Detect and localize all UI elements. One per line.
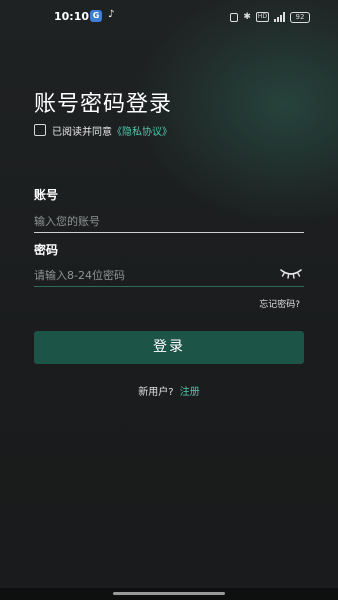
app-notification-icon: G <box>90 10 102 22</box>
password-label: 密码 <box>34 243 59 257</box>
register-prompt: 新用户? <box>138 387 174 398</box>
signal-icon <box>274 12 285 22</box>
page-title: 账号密码登录 <box>34 92 173 117</box>
agreement-text: 已阅读并同意 <box>52 126 112 138</box>
agreement-checkbox[interactable] <box>34 124 46 136</box>
agreement-row: 已阅读并同意 《隐私协议》 <box>34 123 172 138</box>
status-time: 10:10 <box>54 10 90 23</box>
nfc-icon <box>230 12 239 22</box>
home-indicator[interactable] <box>113 592 225 595</box>
account-underline <box>34 232 304 233</box>
register-link[interactable]: 注册 <box>180 387 200 398</box>
account-input[interactable] <box>34 210 304 232</box>
bluetooth-icon: ✱ <box>243 11 251 22</box>
password-underline <box>34 286 304 287</box>
login-button[interactable]: 登录 <box>34 331 304 364</box>
hd-icon: HD <box>255 12 269 22</box>
privacy-policy-link[interactable]: 《隐私协议》 <box>112 123 172 138</box>
login-screen: 10:10 G ♪ ✱ HD 92 账号密码登录 已阅读并同意 《隐私协议》 账… <box>0 0 338 600</box>
tiktok-icon: ♪ <box>108 9 115 20</box>
status-icons: ✱ HD 92 <box>230 10 310 24</box>
register-row: 新用户? 注册 <box>0 383 338 398</box>
status-bar: 10:10 G ♪ ✱ HD 92 <box>0 0 338 34</box>
account-label: 账号 <box>34 188 59 202</box>
forgot-password-link[interactable]: 忘记密码? <box>259 297 300 310</box>
password-input[interactable] <box>34 264 274 286</box>
eye-closed-icon[interactable] <box>279 265 303 281</box>
battery-icon: 92 <box>290 11 310 23</box>
